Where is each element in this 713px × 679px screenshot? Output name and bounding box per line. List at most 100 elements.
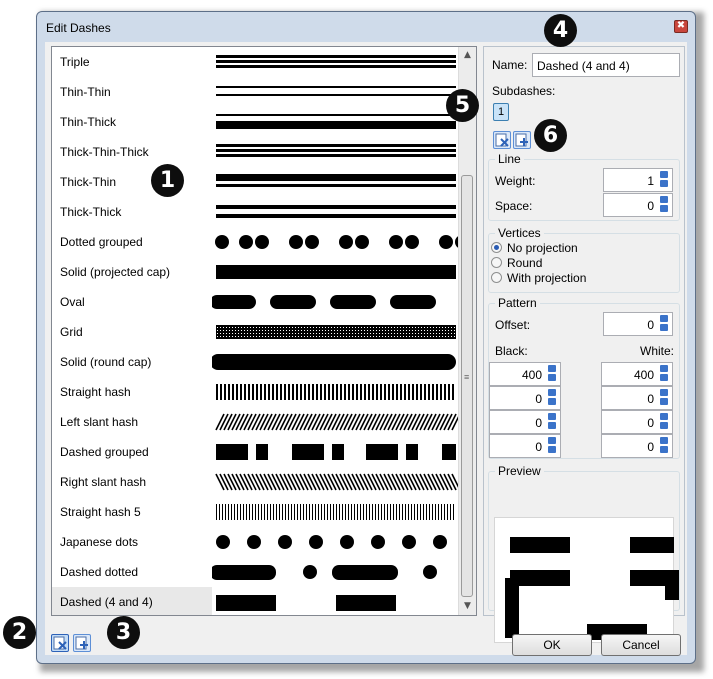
name-field[interactable]: Dashed (4 and 4) <box>532 53 680 77</box>
vertices-option[interactable]: Round <box>491 256 671 270</box>
offset-spin-icon[interactable] <box>660 315 670 333</box>
dash-pattern-sample <box>212 167 460 197</box>
dash-list-item[interactable]: Thin-Thin <box>52 77 460 107</box>
remove-dash-icon <box>53 636 67 650</box>
dash-list-item[interactable]: Japanese dots <box>52 527 460 557</box>
black-spin-icon[interactable] <box>548 365 558 383</box>
remove-dash-button[interactable] <box>51 634 69 652</box>
add-dash-button[interactable] <box>73 634 91 652</box>
add-dash-icon <box>75 636 88 650</box>
dash-list-item-label: Solid (projected cap) <box>60 265 171 279</box>
dash-list-item[interactable]: Dashed dotted <box>52 557 460 587</box>
black-spin-icon[interactable] <box>548 413 558 431</box>
black-value-field[interactable]: 400 <box>489 362 561 386</box>
dash-list-item-label: Straight hash <box>60 385 131 399</box>
callout-4: 4 <box>544 14 577 47</box>
white-value-field[interactable]: 400 <box>601 362 673 386</box>
callout-3: 3 <box>107 616 140 649</box>
dash-list-item[interactable]: Grid <box>52 317 460 347</box>
space-field[interactable]: 0 <box>603 193 673 217</box>
radio-button[interactable] <box>491 242 502 253</box>
scroll-down-arrow-icon[interactable]: ▼ <box>459 598 476 615</box>
vertices-group: Vertices No projection Round With projecti… <box>488 226 680 293</box>
vertices-option[interactable]: With projection <box>491 271 671 285</box>
ok-button[interactable]: OK <box>512 634 592 656</box>
dash-list-item-label: Japanese dots <box>60 535 139 549</box>
dash-list-item-label: Solid (round cap) <box>60 355 152 369</box>
black-value-field[interactable]: 0 <box>489 386 561 410</box>
dash-pattern-sample <box>212 77 460 107</box>
dash-pattern-sample <box>212 197 460 227</box>
dash-pattern-sample <box>212 407 461 437</box>
black-label: Black: <box>495 344 528 358</box>
dash-list-item[interactable]: Thick-Thin-Thick <box>52 137 460 167</box>
white-spin-icon[interactable] <box>660 413 670 431</box>
white-value: 0 <box>647 392 654 406</box>
vertices-option[interactable]: No projection <box>491 241 671 255</box>
dash-list[interactable]: Triple Thin-Thin Thin-Thick Thick-Thin-Thic… <box>51 46 477 616</box>
dash-list-item-label: Thick-Thick <box>60 205 122 219</box>
dash-list-item[interactable]: Right slant hash <box>52 467 461 497</box>
dash-list-item[interactable]: Left slant hash <box>52 407 461 437</box>
black-value-field[interactable]: 0 <box>489 410 561 434</box>
dash-list-item[interactable]: Thick-Thin <box>52 167 460 197</box>
scroll-up-arrow-icon[interactable]: ▲ <box>459 47 476 64</box>
radio-button[interactable] <box>491 257 502 268</box>
weight-spin-icon[interactable] <box>660 171 670 189</box>
dash-list-item-label: Thin-Thick <box>60 115 117 129</box>
dash-list-item[interactable]: Dashed grouped <box>52 437 460 467</box>
dash-list-item[interactable]: Solid (round cap) <box>52 347 460 377</box>
callout-6: 6 <box>534 119 567 152</box>
dash-list-item[interactable]: Dotted grouped <box>52 227 469 257</box>
subdash-button-1[interactable]: 1 <box>493 103 509 121</box>
dash-list-item-label: Thick-Thin <box>60 175 117 189</box>
black-value-field[interactable]: 0 <box>489 434 561 458</box>
dash-pattern-sample <box>210 287 460 317</box>
dash-pattern-sample <box>212 227 469 257</box>
dash-pattern-sample <box>212 377 460 407</box>
white-value-field[interactable]: 0 <box>601 410 673 434</box>
dash-list-item-label: Dashed grouped <box>60 445 149 459</box>
weight-field[interactable]: 1 <box>603 168 673 192</box>
dash-list-item[interactable]: Thin-Thick <box>52 107 460 137</box>
dash-pattern-sample <box>212 527 460 557</box>
vertices-option-label: With projection <box>507 271 587 285</box>
space-spin-icon[interactable] <box>660 196 670 214</box>
callout-5: 5 <box>446 89 479 122</box>
dash-list-item[interactable]: Oval <box>52 287 460 317</box>
window-title: Edit Dashes <box>46 21 111 35</box>
black-spin-icon[interactable] <box>548 389 558 407</box>
cancel-button[interactable]: Cancel <box>601 634 681 656</box>
white-spin-icon[interactable] <box>660 437 670 455</box>
black-spin-icon[interactable] <box>548 437 558 455</box>
remove-subdash-icon <box>495 133 509 147</box>
preview-group-title: Preview <box>495 464 544 478</box>
subdashes-label: Subdashes: <box>492 84 556 98</box>
space-value: 0 <box>647 199 654 213</box>
close-button[interactable]: ✖ <box>674 20 688 33</box>
white-value-field[interactable]: 0 <box>601 386 673 410</box>
dash-pattern-sample <box>212 257 460 287</box>
grip-icon: ≡ <box>464 372 470 382</box>
dash-list-item-label: Straight hash 5 <box>60 505 141 519</box>
dash-list-item-label: Triple <box>60 55 90 69</box>
add-subdash-button[interactable] <box>513 131 531 149</box>
dash-editor-panel: Name: Dashed (4 and 4) Subdashes: 1 Line… <box>483 46 685 643</box>
radio-button[interactable] <box>491 272 502 283</box>
dash-list-item[interactable]: Straight hash 5 <box>52 497 460 527</box>
remove-subdash-button[interactable] <box>493 131 511 149</box>
black-value: 400 <box>521 368 542 382</box>
white-value-field[interactable]: 0 <box>601 434 673 458</box>
offset-field[interactable]: 0 <box>603 312 673 336</box>
dash-list-item[interactable]: Triple <box>52 47 460 77</box>
white-spin-icon[interactable] <box>660 365 670 383</box>
dash-list-item[interactable]: Solid (projected cap) <box>52 257 460 287</box>
dash-list-item[interactable]: Straight hash <box>52 377 460 407</box>
scroll-thumb[interactable]: ≡ <box>461 175 473 597</box>
white-spin-icon[interactable] <box>660 389 670 407</box>
white-value: 0 <box>647 416 654 430</box>
dash-list-item[interactable]: Dashed (4 and 4) <box>52 587 460 615</box>
scrollbar[interactable]: ▲ ≡ ▼ <box>458 47 476 615</box>
callout-2: 2 <box>3 616 36 649</box>
dash-list-item[interactable]: Thick-Thick <box>52 197 460 227</box>
